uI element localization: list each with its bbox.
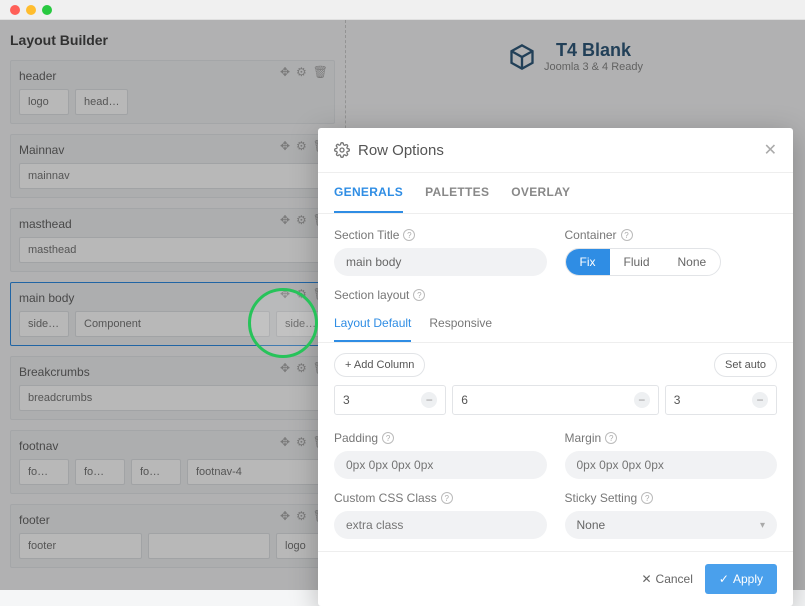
help-icon[interactable]: ? <box>413 289 425 301</box>
section-layout-label: Section layout? <box>334 288 777 302</box>
help-icon[interactable]: ? <box>641 492 653 504</box>
subtab-responsive[interactable]: Responsive <box>429 308 492 342</box>
minus-icon[interactable]: − <box>752 392 768 408</box>
sticky-label: Sticky Setting? <box>565 491 778 505</box>
container-option-fix[interactable]: Fix <box>566 249 610 275</box>
columns-row: 3−6−3− <box>334 385 777 415</box>
margin-input[interactable] <box>565 451 778 479</box>
tab-generals[interactable]: GENERALS <box>334 173 403 213</box>
highlight-annotation <box>248 288 318 358</box>
chevron-down-icon: ▾ <box>760 520 765 531</box>
section-title-label: Section Title? <box>334 228 547 242</box>
minus-icon[interactable]: − <box>634 392 650 408</box>
window-minimize-icon[interactable] <box>26 5 36 15</box>
tab-palettes[interactable]: PALETTES <box>425 173 489 213</box>
close-icon[interactable]: ✕ <box>764 140 777 160</box>
window-close-icon[interactable] <box>10 5 20 15</box>
css-class-label: Custom CSS Class? <box>334 491 547 505</box>
window-chrome <box>0 0 805 20</box>
set-auto-button[interactable]: Set auto <box>714 353 777 377</box>
column-width-input[interactable]: 3− <box>334 385 446 415</box>
layout-subtabs: Layout Default Responsive <box>318 308 793 343</box>
padding-label: Padding? <box>334 431 547 445</box>
container-option-none[interactable]: None <box>664 249 721 275</box>
gear-icon <box>334 142 350 158</box>
container-segmented: FixFluidNone <box>565 248 722 276</box>
padding-input[interactable] <box>334 451 547 479</box>
modal-tabs: GENERALS PALETTES OVERLAY <box>318 173 793 214</box>
column-width-input[interactable]: 3− <box>665 385 777 415</box>
column-width-input[interactable]: 6− <box>452 385 659 415</box>
css-class-input[interactable] <box>334 511 547 539</box>
container-label: Container? <box>565 228 778 242</box>
window-zoom-icon[interactable] <box>42 5 52 15</box>
help-icon[interactable]: ? <box>621 229 633 241</box>
help-icon[interactable]: ? <box>382 432 394 444</box>
minus-icon[interactable]: − <box>421 392 437 408</box>
help-icon[interactable]: ? <box>441 492 453 504</box>
section-title-input[interactable] <box>334 248 547 276</box>
help-icon[interactable]: ? <box>605 432 617 444</box>
subtab-layout-default[interactable]: Layout Default <box>334 308 411 342</box>
modal-title: Row Options <box>334 142 444 159</box>
tab-overlay[interactable]: OVERLAY <box>511 173 570 213</box>
container-option-fluid[interactable]: Fluid <box>610 249 664 275</box>
add-column-button[interactable]: + Add Column <box>334 353 425 377</box>
row-options-modal: Row Options ✕ GENERALS PALETTES OVERLAY Se… <box>318 128 793 606</box>
sticky-select[interactable]: None ▾ <box>565 511 778 539</box>
margin-label: Margin? <box>565 431 778 445</box>
help-icon[interactable]: ? <box>403 229 415 241</box>
